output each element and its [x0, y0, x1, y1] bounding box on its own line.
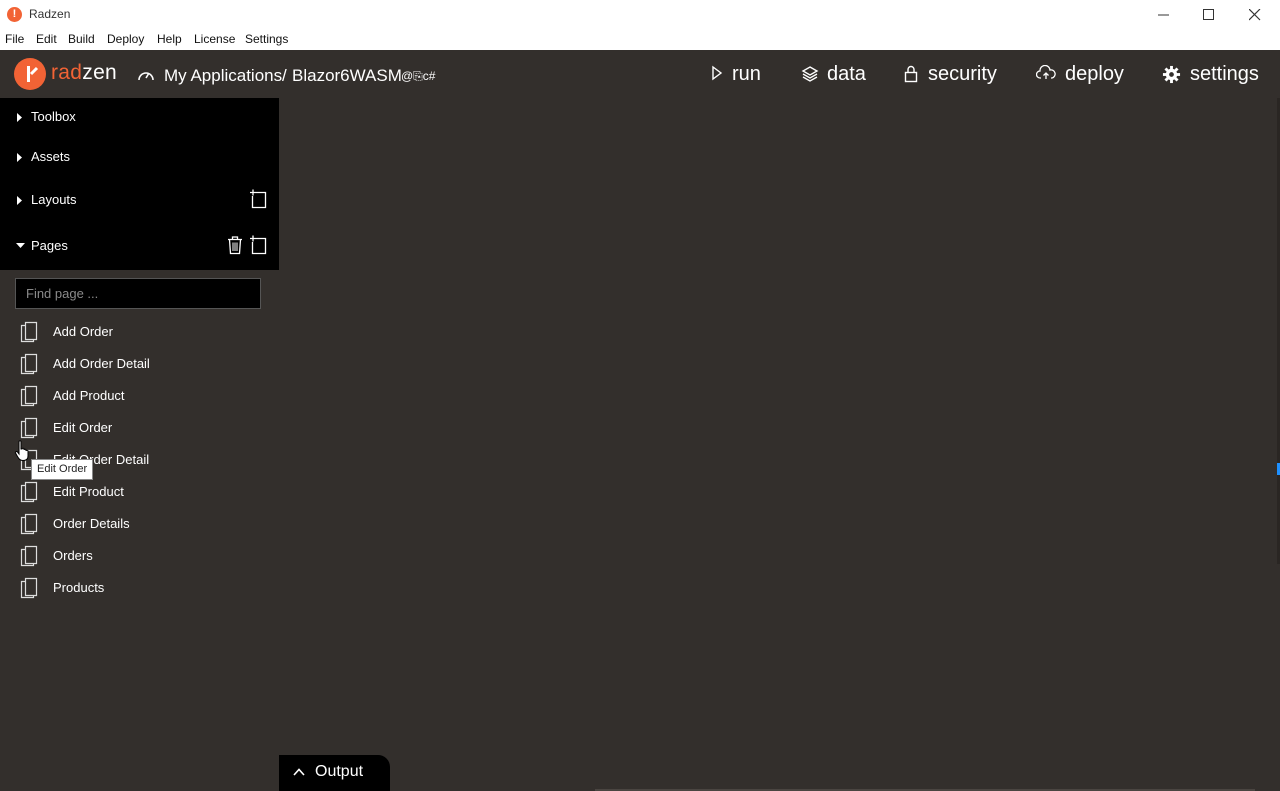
- page-item-label: Edit Product: [53, 484, 124, 499]
- page-item-label: Edit Order: [53, 420, 113, 435]
- title-bar: ! Radzen: [0, 0, 1280, 30]
- breadcrumb-my-applications[interactable]: My Applications: [164, 66, 282, 86]
- tooltip: Edit Order: [31, 459, 94, 480]
- maximize-icon: [1203, 9, 1214, 20]
- menu-bar: File Edit Build Deploy Help License Sett…: [0, 30, 1280, 50]
- menu-settings[interactable]: Settings: [245, 32, 288, 46]
- section-toolbox-label: Toolbox: [31, 109, 76, 124]
- caret-right-icon: [17, 153, 22, 162]
- nav-security[interactable]: security: [904, 62, 1000, 86]
- add-layout-icon[interactable]: [249, 189, 269, 209]
- page-item-add-product[interactable]: Add Product: [15, 382, 265, 410]
- chevron-up-icon: [293, 768, 305, 776]
- logo-zen: zen: [82, 61, 118, 84]
- nav-data[interactable]: data: [801, 62, 869, 86]
- page-item-label: Add Product: [53, 388, 125, 403]
- nav-data-label: data: [827, 63, 866, 85]
- caret-right-icon: [17, 196, 22, 205]
- page-item-label: Order Details: [53, 516, 130, 531]
- output-panel-tab[interactable]: Output: [279, 755, 390, 791]
- page-item-label: Orders: [53, 548, 93, 563]
- nav-settings[interactable]: settings: [1162, 62, 1262, 86]
- page-icon: [20, 545, 38, 567]
- caret-down-icon: [16, 243, 25, 248]
- radzen-app-icon: !: [7, 7, 22, 22]
- caret-right-icon: [17, 113, 22, 122]
- page-icon: [20, 513, 38, 535]
- page-icon: [20, 481, 38, 503]
- menu-build[interactable]: Build: [68, 32, 95, 46]
- section-assets-label: Assets: [31, 149, 71, 164]
- section-assets[interactable]: Assets: [0, 142, 279, 172]
- page-item-edit-order[interactable]: Edit Order: [15, 414, 265, 442]
- section-toolbox[interactable]: Toolbox: [0, 102, 279, 132]
- page-icon: [20, 417, 38, 439]
- section-pages[interactable]: Pages: [0, 231, 279, 261]
- nav-run[interactable]: run: [711, 62, 766, 86]
- gear-icon: [1162, 65, 1181, 84]
- page-item-add-order[interactable]: Add Order: [15, 318, 265, 346]
- lock-icon: [904, 65, 918, 83]
- nav-deploy[interactable]: deploy: [1036, 62, 1126, 86]
- page-item-order-details[interactable]: Order Details: [15, 510, 265, 538]
- nav-run-label: run: [732, 63, 761, 85]
- nav-security-label: security: [928, 63, 997, 85]
- section-layouts-label: Layouts: [31, 192, 77, 207]
- nav-deploy-label: deploy: [1065, 63, 1124, 85]
- close-icon: [1249, 9, 1261, 21]
- window-title: Radzen: [29, 7, 71, 21]
- menu-deploy[interactable]: Deploy: [107, 32, 144, 46]
- trash-icon[interactable]: [227, 235, 243, 255]
- section-layouts[interactable]: Layouts: [0, 185, 279, 215]
- page-icon: [20, 353, 38, 375]
- page-item-edit-product[interactable]: Edit Product: [15, 478, 265, 506]
- play-icon: [712, 65, 723, 81]
- page-item-orders[interactable]: Orders: [15, 542, 265, 570]
- menu-help[interactable]: Help: [157, 32, 182, 46]
- breadcrumb-separator: /: [282, 66, 287, 85]
- radzen-logo-text: radzen: [51, 61, 117, 85]
- page-item-label: Add Order Detail: [53, 356, 150, 371]
- breadcrumb-app-name: Blazor6WASM: [292, 66, 402, 85]
- add-page-icon[interactable]: [249, 235, 269, 255]
- page-icon: [20, 321, 38, 343]
- find-page-input[interactable]: [15, 278, 261, 309]
- close-button[interactable]: [1232, 0, 1278, 30]
- cloud-upload-icon: [1036, 65, 1056, 79]
- page-icon: [20, 385, 38, 407]
- section-pages-label: Pages: [31, 238, 68, 253]
- page-item-label: Products: [53, 580, 105, 595]
- sidebar-panel: Toolbox Assets Layouts Pages: [0, 98, 279, 270]
- page-item-products[interactable]: Products: [15, 574, 265, 602]
- hand-cursor-icon: [14, 440, 29, 462]
- page-item-label: Add Order: [53, 324, 113, 339]
- app-tech-badges: @⎘c#: [401, 69, 436, 83]
- page-icon: [20, 577, 38, 599]
- menu-license[interactable]: License: [194, 32, 235, 46]
- nav-settings-label: settings: [1190, 63, 1259, 85]
- minimize-button[interactable]: [1141, 0, 1187, 30]
- app-header: radzen My Applications / Blazor6WASM @⎘c…: [0, 50, 1280, 98]
- logo-rad: rad: [51, 61, 83, 84]
- radzen-logo-icon[interactable]: [14, 58, 46, 90]
- layers-icon: [801, 66, 819, 82]
- menu-file[interactable]: File: [5, 32, 24, 46]
- maximize-button[interactable]: [1186, 0, 1232, 30]
- page-item-add-order-detail[interactable]: Add Order Detail: [15, 350, 265, 378]
- dashboard-icon: [138, 72, 154, 81]
- output-tab-label: Output: [315, 763, 364, 780]
- minimize-icon: [1158, 14, 1169, 16]
- menu-edit[interactable]: Edit: [36, 32, 57, 46]
